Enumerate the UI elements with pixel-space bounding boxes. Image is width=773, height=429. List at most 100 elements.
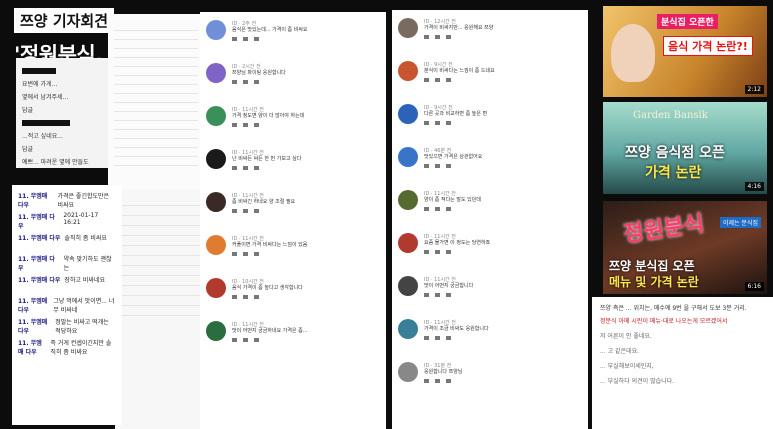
thumbs-up-icon[interactable]: [232, 37, 237, 41]
avatar[interactable]: [206, 149, 226, 169]
reply-icon[interactable]: [254, 338, 259, 342]
comment-user[interactable]: 11. 무엠매 다우: [18, 191, 53, 209]
thumbs-down-icon[interactable]: [435, 336, 440, 340]
comment-author[interactable]: ID · 11시간 전: [424, 190, 582, 197]
comment-author[interactable]: ID · 11시간 전: [424, 233, 582, 240]
comment-user[interactable]: 11. 무엠매 다우: [18, 317, 51, 335]
comment-user[interactable]: 11. 무엠매 다우: [18, 296, 49, 314]
comment-user[interactable]: 11. 무엠매 다우: [18, 338, 46, 356]
avatar[interactable]: [398, 190, 418, 210]
thumbs-up-icon[interactable]: [424, 121, 429, 125]
faded-line: [121, 256, 201, 266]
avatar[interactable]: [398, 276, 418, 296]
video-thumbnail-1[interactable]: 분식집 오픈한 음식 가격 논란?! 2:12: [603, 6, 767, 97]
thumbs-down-icon[interactable]: [435, 379, 440, 383]
avatar[interactable]: [398, 18, 418, 38]
reply-icon[interactable]: [254, 295, 259, 299]
reply-icon[interactable]: [446, 379, 451, 383]
thumbs-down-icon[interactable]: [435, 250, 440, 254]
comment-author[interactable]: ID · 2시간 전: [232, 63, 380, 70]
avatar[interactable]: [206, 63, 226, 83]
reply-icon[interactable]: [446, 293, 451, 297]
avatar[interactable]: [206, 20, 226, 40]
reply-icon[interactable]: [446, 121, 451, 125]
thumbs-down-icon[interactable]: [243, 166, 248, 170]
thumbs-down-icon[interactable]: [243, 295, 248, 299]
excerpt-line: ... 고 같은데요.: [600, 348, 640, 355]
thumbs-down-icon[interactable]: [435, 78, 440, 82]
thumbs-up-icon[interactable]: [232, 295, 237, 299]
thumbs-down-icon[interactable]: [243, 37, 248, 41]
comment-author[interactable]: ID · 11시간 전: [232, 192, 380, 199]
comment-author[interactable]: ID · 11시간 전: [232, 149, 380, 156]
thumbs-up-icon[interactable]: [424, 379, 429, 383]
avatar[interactable]: [206, 235, 226, 255]
panel-row[interactable]: 답글: [22, 103, 102, 116]
thumbs-up-icon[interactable]: [232, 252, 237, 256]
comment-user[interactable]: 11. 무엠매 다우: [18, 233, 60, 242]
thumbs-up-icon[interactable]: [424, 250, 429, 254]
avatar[interactable]: [398, 147, 418, 167]
comment-author[interactable]: ID · 31분 전: [424, 362, 582, 369]
thumbs-up-icon[interactable]: [232, 166, 237, 170]
thumbs-down-icon[interactable]: [243, 338, 248, 342]
thumbs-down-icon[interactable]: [435, 164, 440, 168]
comment-author[interactable]: ID · 9시간 전: [424, 61, 582, 68]
avatar[interactable]: [206, 278, 226, 298]
thumbs-down-icon[interactable]: [243, 123, 248, 127]
thumbs-up-icon[interactable]: [424, 78, 429, 82]
panel-row[interactable]: 답글: [22, 142, 102, 155]
avatar[interactable]: [206, 192, 226, 212]
thumbs-down-icon[interactable]: [435, 121, 440, 125]
thumbs-up-icon[interactable]: [424, 293, 429, 297]
reply-icon[interactable]: [446, 207, 451, 211]
thumbs-up-icon[interactable]: [424, 35, 429, 39]
reply-icon[interactable]: [254, 209, 259, 213]
reply-icon[interactable]: [446, 250, 451, 254]
thumbs-up-icon[interactable]: [424, 164, 429, 168]
comment-author[interactable]: ID · 11시간 전: [424, 319, 582, 326]
comment-user[interactable]: 11. 무엠매 다우: [18, 254, 60, 272]
avatar[interactable]: [398, 319, 418, 339]
comment-author[interactable]: ID · 11시간 전: [232, 235, 380, 242]
video-thumbnail-3[interactable]: 정원분식 이제는 분식집 쯔양 분식집 오픈 메뉴 및 가격 논란 6:16: [603, 201, 767, 294]
thumbs-up-icon[interactable]: [424, 207, 429, 211]
video-thumbnail-2[interactable]: Garden Banslk 쯔양 음식점 오픈 가격 논란 4:16: [603, 102, 767, 194]
thumbs-down-icon[interactable]: [243, 80, 248, 84]
thumbs-down-icon[interactable]: [435, 293, 440, 297]
comment-author[interactable]: ID · 11시간 전: [424, 276, 582, 283]
comment-user[interactable]: 11. 무엠매 다우: [18, 212, 59, 230]
thumbs-up-icon[interactable]: [232, 338, 237, 342]
thumbs-up-icon[interactable]: [232, 80, 237, 84]
comment-author[interactable]: ID · 12시간 전: [424, 18, 582, 25]
comment-author[interactable]: ID · 9시간 전: [424, 104, 582, 111]
reply-icon[interactable]: [446, 164, 451, 168]
reply-icon[interactable]: [446, 35, 451, 39]
reply-icon[interactable]: [254, 123, 259, 127]
reply-icon[interactable]: [254, 37, 259, 41]
comment-author[interactable]: ID · 10시간 전: [232, 278, 380, 285]
comment-author[interactable]: ID · 46분 전: [424, 147, 582, 154]
avatar[interactable]: [206, 321, 226, 341]
reply-icon[interactable]: [446, 336, 451, 340]
thumbs-down-icon[interactable]: [243, 252, 248, 256]
reply-icon[interactable]: [446, 78, 451, 82]
reply-icon[interactable]: [254, 80, 259, 84]
thumbs-up-icon[interactable]: [424, 336, 429, 340]
comment-author[interactable]: ID · 2주 전: [232, 20, 380, 27]
comment-author[interactable]: ID · 11시간 전: [232, 321, 380, 328]
comment-author[interactable]: ID · 11시간 전: [232, 106, 380, 113]
avatar[interactable]: [398, 233, 418, 253]
comment-user[interactable]: 11. 무엠매 다우: [18, 275, 60, 284]
avatar[interactable]: [398, 362, 418, 382]
avatar[interactable]: [206, 106, 226, 126]
thumbs-up-icon[interactable]: [232, 123, 237, 127]
avatar[interactable]: [398, 104, 418, 124]
thumbs-down-icon[interactable]: [435, 207, 440, 211]
avatar[interactable]: [398, 61, 418, 81]
thumbs-down-icon[interactable]: [435, 35, 440, 39]
thumbs-down-icon[interactable]: [243, 209, 248, 213]
thumbs-up-icon[interactable]: [232, 209, 237, 213]
reply-icon[interactable]: [254, 252, 259, 256]
reply-icon[interactable]: [254, 166, 259, 170]
